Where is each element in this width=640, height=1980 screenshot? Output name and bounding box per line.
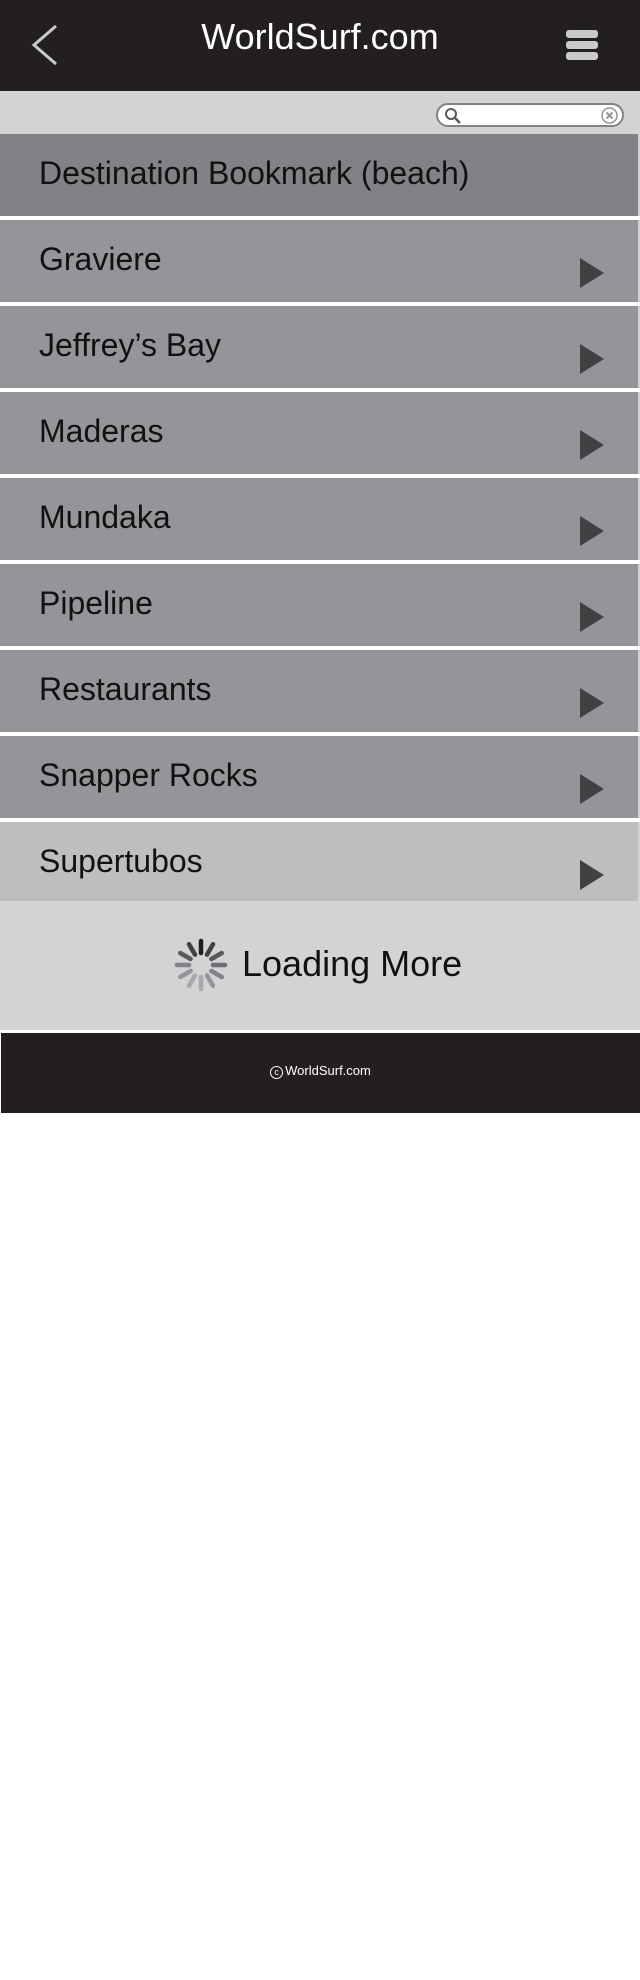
chevron-right-icon [580,258,604,288]
chevron-right-icon [580,516,604,546]
chevron-right-icon [580,602,604,632]
chevron-right-icon [580,344,604,374]
chevron-right-icon [580,688,604,718]
list-item-maderas[interactable]: Maderas [0,392,640,474]
destination-list: Destination Bookmark (beach) Graviere Je… [0,134,640,906]
list-item-snapper-rocks[interactable]: Snapper Rocks [0,736,640,818]
search-input[interactable] [464,106,594,124]
list-item-label: Mundaka [39,499,171,535]
list-item-label: Jeffrey’s Bay [39,327,222,363]
footer: c WorldSurf.com [1,1033,640,1113]
search-box [436,103,624,127]
list-header: Destination Bookmark (beach) [0,134,640,216]
menu-button[interactable] [566,30,598,60]
chevron-right-icon [580,860,604,890]
app-title: WorldSurf.com [201,16,439,57]
list-item-restaurants[interactable]: Restaurants [0,650,640,732]
copyright-text: WorldSurf.com [285,1063,371,1078]
top-bar: WorldSurf.com [0,0,640,91]
list-item-label: Maderas [39,413,164,449]
search-icon [445,108,461,124]
list-header-label: Destination Bookmark (beach) [39,155,470,191]
clear-icon[interactable] [601,107,618,124]
list-item-label: Pipeline [39,585,153,621]
chevron-right-icon [580,774,604,804]
list-item-pipeline[interactable]: Pipeline [0,564,640,646]
list-item-jeffreys-bay[interactable]: Jeffrey’s Bay [0,306,640,388]
list-item-mundaka[interactable]: Mundaka [0,478,640,560]
spinner-icon [174,938,228,992]
loading-label: Loading More [242,943,463,984]
list-item-graviere[interactable]: Graviere [0,220,640,302]
menu-icon [566,30,598,60]
list-item-label: Graviere [39,241,162,277]
list-item-label: Supertubos [39,843,203,879]
chevron-right-icon [580,430,604,460]
load-more-button[interactable]: Loading More [0,901,640,1030]
search-bar [0,91,640,134]
list-item-label: Snapper Rocks [39,757,258,793]
copyright: c WorldSurf.com [1,1063,640,1079]
copyright-icon: c [270,1066,284,1079]
list-item-label: Restaurants [39,671,212,707]
list-item-supertubos[interactable]: Supertubos [0,822,640,906]
